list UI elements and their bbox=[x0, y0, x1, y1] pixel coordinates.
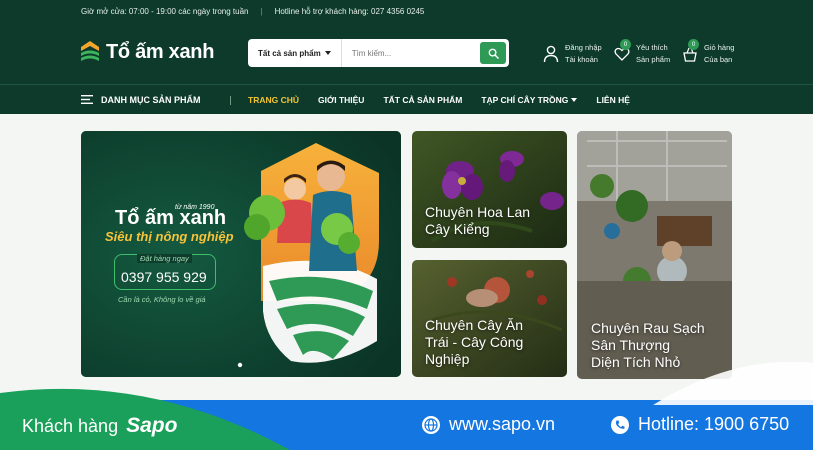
cart-link[interactable]: 0 Giỏ hàng Của bạn bbox=[682, 39, 735, 66]
account-line1: Đăng nhập bbox=[565, 43, 602, 52]
orchid-title-line1: Chuyên Hoa Lan bbox=[425, 204, 531, 220]
website-text: www.sapo.vn bbox=[449, 414, 556, 434]
globe-icon bbox=[422, 415, 440, 434]
hotline-text: Hotline: 1900 6750 bbox=[638, 414, 790, 434]
fruit-title-line3: Nghiệp bbox=[425, 351, 470, 367]
cart-count-badge: 0 bbox=[688, 39, 699, 50]
topbar-separator: | bbox=[260, 6, 263, 16]
banner-slogan: Siêu thị nông nghiệp bbox=[105, 229, 234, 244]
site-header: Tổ ấm xanh Tất cả sản phẩm Đăng nhập Tài… bbox=[0, 22, 813, 84]
main-navigation: DANH MỤC SẢN PHẨM TRANG CHỦ GIỚI THIỆU T… bbox=[0, 84, 813, 114]
search-input[interactable] bbox=[341, 48, 480, 58]
banner-order-label: Đặt hàng ngay bbox=[137, 254, 192, 263]
white-corner-wave bbox=[653, 361, 813, 405]
fruit-card-title: Chuyên Cây Ăn Trái - Cây Công Nghiệp bbox=[425, 317, 523, 368]
nav-link-magazine[interactable]: TẠP CHÍ CÂY TRỒNG bbox=[481, 94, 578, 105]
category-card-fruit[interactable]: Chuyên Cây Ăn Trái - Cây Công Nghiệp bbox=[412, 260, 567, 377]
chevron-down-icon bbox=[571, 97, 578, 102]
nav-link-all-products[interactable]: TẤT CẢ SẢN PHẨM bbox=[383, 95, 462, 105]
nav-divider bbox=[230, 96, 231, 105]
wishlist-link[interactable]: 0 Yêu thích Sản phẩm bbox=[614, 39, 671, 66]
category-card-orchid[interactable]: Chuyên Hoa Lan Cây Kiểng bbox=[412, 131, 567, 248]
cart-line2: Của bạn bbox=[704, 55, 733, 64]
nav-link-home[interactable]: TRANG CHỦ bbox=[248, 95, 299, 105]
hamburger-icon bbox=[81, 95, 93, 104]
account-link[interactable]: Đăng nhập Tài khoản bbox=[543, 42, 602, 66]
search-icon bbox=[488, 48, 499, 59]
customer-text: Khách hàng bbox=[22, 415, 119, 436]
nav-link-contact[interactable]: LIÊN HỆ bbox=[596, 95, 630, 105]
sapo-website[interactable]: www.sapo.vn bbox=[421, 414, 555, 435]
nav-link-magazine-label: TẠP CHÍ CÂY TRỒNG bbox=[481, 94, 569, 105]
wishlist-count-badge: 0 bbox=[620, 39, 631, 50]
banner-order-box[interactable]: Đặt hàng ngay 0397 955 929 bbox=[114, 254, 216, 290]
wishlist-line1: Yêu thích bbox=[636, 43, 668, 52]
opening-hours: Giờ mở cửa: 07:00 - 19:00 các ngày trong… bbox=[81, 6, 249, 16]
category-menu-button[interactable]: DANH MỤC SẢN PHẨM bbox=[81, 95, 201, 105]
banner-brand-title: Tổ ấm xanh bbox=[115, 207, 227, 229]
fruit-title-line2: Trái - Cây Công bbox=[425, 334, 524, 350]
search-category-label: Tất cả sản phẩm bbox=[258, 48, 321, 58]
account-line2: Tài khoản bbox=[565, 55, 598, 64]
sapo-hotline[interactable]: Hotline: 1900 6750 bbox=[610, 414, 789, 435]
support-hotline[interactable]: Hotline hỗ trợ khách hàng: 027 4356 0245 bbox=[275, 7, 425, 16]
orchid-card-title: Chuyên Hoa Lan Cây Kiểng bbox=[425, 204, 530, 238]
chevron-down-icon bbox=[324, 51, 331, 55]
leaf-house-logo-icon bbox=[81, 41, 99, 61]
category-menu-label: DANH MỤC SẢN PHẨM bbox=[101, 94, 201, 105]
logo-text: Tổ ấm xanh bbox=[106, 40, 215, 63]
phone-icon bbox=[611, 415, 629, 434]
wishlist-line2: Sản phẩm bbox=[636, 55, 671, 64]
search-button[interactable] bbox=[480, 42, 506, 64]
search-category-dropdown[interactable]: Tất cả sản phẩm bbox=[248, 39, 342, 67]
sapo-customer-label: Khách hàng Sapo bbox=[22, 414, 177, 438]
nav-link-about[interactable]: GIỚI THIỆU bbox=[318, 95, 364, 105]
banner-phone: 0397 955 929 bbox=[121, 269, 207, 285]
category-card-rooftop[interactable]: Chuyên Rau Sạch Sân Thượng Diện Tích Nhỏ bbox=[577, 131, 732, 379]
nav-links: TRANG CHỦ GIỚI THIỆU TẤT CẢ SẢN PHẨM TẠP… bbox=[248, 95, 630, 105]
banner-tagline: Cần là có, Không lo về giá bbox=[118, 295, 206, 304]
cart-icon-wrap: 0 bbox=[682, 39, 699, 63]
sapo-brand: Sapo bbox=[126, 414, 178, 437]
rooftop-title-line2: Sân Thượng bbox=[591, 337, 671, 353]
hero-banner[interactable]: từ năm 1990 Tổ ấm xanh Siêu thị nông ngh… bbox=[81, 131, 401, 377]
cart-line1: Giỏ hàng bbox=[704, 43, 735, 52]
wishlist-icon-wrap: 0 bbox=[614, 39, 631, 63]
fruit-title-line1: Chuyên Cây Ăn bbox=[425, 317, 524, 333]
site-logo[interactable]: Tổ ấm xanh bbox=[80, 40, 214, 64]
orchid-title-line2: Cây Kiểng bbox=[425, 221, 490, 237]
user-icon bbox=[543, 45, 559, 63]
rooftop-title-line1: Chuyên Rau Sạch bbox=[591, 320, 705, 336]
top-info-bar: Giờ mở cửa: 07:00 - 19:00 các ngày trong… bbox=[0, 0, 813, 22]
search-bar: Tất cả sản phẩm bbox=[248, 39, 509, 67]
